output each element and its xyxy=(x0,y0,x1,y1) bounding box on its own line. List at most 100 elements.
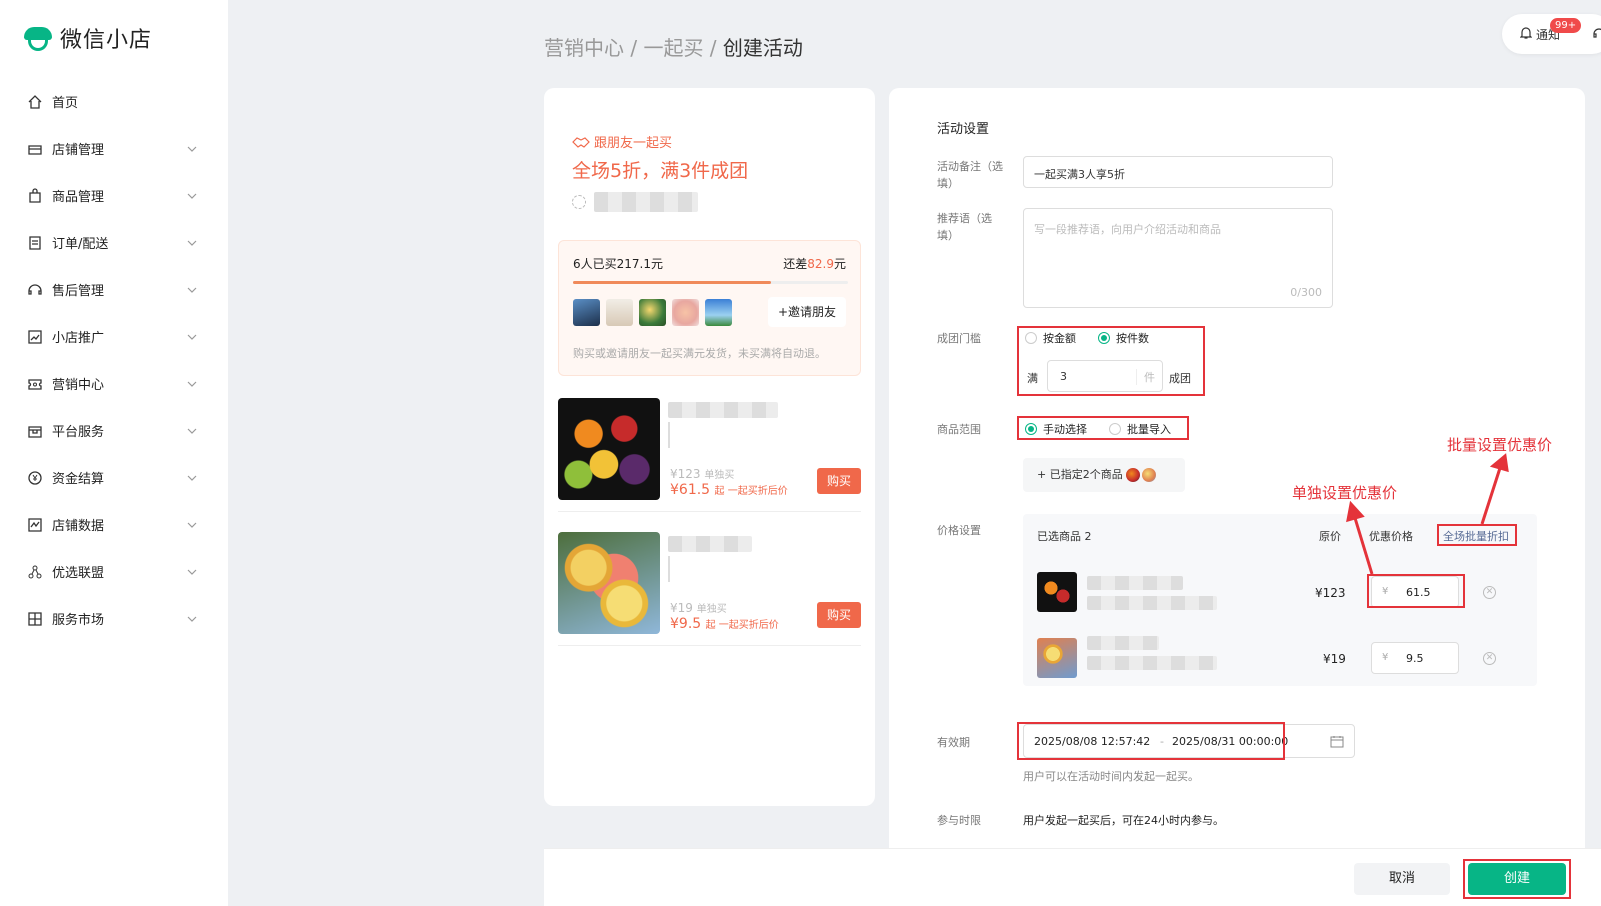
buyer-avatar xyxy=(672,299,699,326)
slogan-placeholder: 写一段推荐语，向用户介绍活动和商品 xyxy=(1034,223,1221,236)
sidebar-item[interactable]: 订单/配送 xyxy=(0,219,228,266)
remaining-amount: 还差82.9元 xyxy=(783,255,846,272)
selected-goods-button[interactable]: + 已指定2个商品 xyxy=(1023,458,1185,492)
sidebar-item-label: 售后管理 xyxy=(52,284,105,299)
chevron-down-icon[interactable] xyxy=(186,143,198,155)
preview-title: 全场5折，满3件成团 xyxy=(572,160,749,182)
sidebar-item-label: 优选联盟 xyxy=(52,566,105,581)
slogan-textarea[interactable]: 写一段推荐语，向用户介绍活动和商品 0/300 xyxy=(1023,208,1333,308)
chevron-down-icon[interactable] xyxy=(186,613,198,625)
store-icon xyxy=(26,140,44,158)
preview-tag-text: 跟朋友一起买 xyxy=(594,136,673,151)
scope-label: 商品范围 xyxy=(937,423,981,436)
disc-price-suffix: 起 一起买折后价 xyxy=(714,486,788,497)
logo[interactable]: 微信小店 xyxy=(24,22,152,54)
row-discount-price-input[interactable]: ¥9.5 xyxy=(1371,642,1459,674)
disc-price-value: ¥61.5 xyxy=(670,482,711,498)
sidebar-item[interactable]: 资金结算 xyxy=(0,454,228,501)
annotation-box-create xyxy=(1463,859,1571,899)
remaining-suffix: 元 xyxy=(833,257,846,271)
cancel-button[interactable]: 取消 xyxy=(1354,863,1450,895)
sidebar-item-label: 服务市场 xyxy=(52,613,105,628)
selected-goods-count: 已选商品 2 xyxy=(1037,530,1092,543)
buyer-avatar xyxy=(606,299,633,326)
chevron-down-icon[interactable] xyxy=(186,378,198,390)
sidebar-item[interactable]: 商品管理 xyxy=(0,172,228,219)
service-box-icon xyxy=(26,422,44,440)
shopping-bag-icon xyxy=(26,187,44,205)
annotation-box-single-price xyxy=(1367,574,1465,608)
annotation-box-scope xyxy=(1017,416,1189,440)
headset-icon[interactable] xyxy=(1592,26,1601,40)
selected-goods-label: + 已指定2个商品 xyxy=(1037,468,1123,481)
product-discount-price: ¥9.5 起 一起买折后价 xyxy=(670,616,779,632)
yuan-coin-icon xyxy=(26,469,44,487)
row-product-name-blurred xyxy=(1087,636,1159,650)
sidebar-item[interactable]: 优选联盟 xyxy=(0,548,228,595)
chevron-down-icon[interactable] xyxy=(186,237,198,249)
orig-price-value: ¥123 xyxy=(670,467,701,481)
annotation-bulk-price: 批量设置优惠价 xyxy=(1447,436,1553,454)
disc-price-suffix: 起 一起买折后价 xyxy=(705,620,779,631)
chevron-down-icon[interactable] xyxy=(186,566,198,578)
chevron-down-icon[interactable] xyxy=(186,472,198,484)
market-icon xyxy=(26,610,44,628)
buy-button[interactable]: 购买 xyxy=(817,468,861,494)
chevron-down-icon[interactable] xyxy=(186,190,198,202)
trend-chart-icon xyxy=(26,328,44,346)
chevron-down-icon[interactable] xyxy=(186,284,198,296)
top-right-toolbar: 通知 99+ xyxy=(1502,14,1601,54)
progress-fill xyxy=(573,281,771,284)
validity-hint: 用户可以在活动时间内发起一起买。 xyxy=(1023,770,1199,783)
sidebar-item[interactable]: 店铺数据 xyxy=(0,501,228,548)
breadcrumb-item-marketing[interactable]: 营销中心 xyxy=(544,36,624,60)
remove-row-icon[interactable]: ✕ xyxy=(1483,586,1496,599)
sidebar-item-label: 订单/配送 xyxy=(52,237,109,252)
sidebar-item[interactable]: 首页 xyxy=(0,78,228,125)
sidebar-item[interactable]: 服务市场 xyxy=(0,595,228,642)
progress-bar xyxy=(573,281,848,284)
sidebar-nav: 首页店铺管理商品管理订单/配送售后管理小店推广 营销中心平台服务资金结算 店铺数据优… xyxy=(0,78,228,642)
sidebar-item[interactable]: 营销中心 xyxy=(0,360,228,407)
row-product-name-blurred xyxy=(1087,576,1183,590)
buyer-avatar xyxy=(705,299,732,326)
sidebar-item[interactable]: 平台服务 xyxy=(0,407,228,454)
chevron-down-icon[interactable] xyxy=(186,519,198,531)
chevron-down-icon[interactable] xyxy=(186,331,198,343)
app-name: 微信小店 xyxy=(60,28,153,53)
sidebar-item[interactable]: 售后管理 xyxy=(0,266,228,313)
goods-thumb xyxy=(1142,468,1157,482)
calendar-icon[interactable] xyxy=(1330,735,1344,748)
section-title: 活动设置 xyxy=(937,122,990,137)
sidebar-item-label: 平台服务 xyxy=(52,425,105,440)
original-price-header: 原价 xyxy=(1319,530,1341,543)
bell-icon[interactable] xyxy=(1520,26,1532,40)
remark-input[interactable]: 一起买满3人享5折 xyxy=(1023,156,1333,188)
row-product-spec-blurred xyxy=(1087,596,1217,610)
remove-row-icon[interactable]: ✕ xyxy=(1483,652,1496,665)
product-name-cursor xyxy=(668,422,670,448)
slogan-char-count: 0/300 xyxy=(1290,286,1322,299)
wechat-store-logo-icon xyxy=(24,25,52,51)
sidebar-item-label: 商品管理 xyxy=(52,190,105,205)
preview-product[interactable]: ¥123 单独买 ¥61.5 起 一起买折后价 购买 xyxy=(558,388,861,512)
chevron-down-icon[interactable] xyxy=(186,425,198,437)
preview-product[interactable]: ¥19 单独买 ¥9.5 起 一起买折后价 购买 xyxy=(558,522,861,646)
discount-value: 9.5 xyxy=(1406,652,1424,665)
sidebar: 微信小店 首页店铺管理商品管理订单/配送售后管理小店推广 营销中心平台服务资金结算… xyxy=(0,0,228,906)
sidebar-item[interactable]: 小店推广 xyxy=(0,313,228,360)
product-discount-price: ¥61.5 起 一起买折后价 xyxy=(670,482,788,498)
threshold-label: 成团门槛 xyxy=(937,332,981,345)
invite-friends-button[interactable]: +邀请朋友 xyxy=(767,297,846,327)
sidebar-item-label: 首页 xyxy=(52,96,79,111)
buy-button[interactable]: 购买 xyxy=(817,602,861,628)
participate-text: 用户发起一起买后，可在24小时内参与。 xyxy=(1023,814,1224,827)
disc-price-value: ¥9.5 xyxy=(670,616,702,632)
sidebar-item[interactable]: 店铺管理 xyxy=(0,125,228,172)
breadcrumb-separator: / xyxy=(624,36,644,60)
product-name-blurred xyxy=(668,402,778,418)
breadcrumb-item-group-buy[interactable]: 一起买 xyxy=(643,36,703,60)
notification-badge: 99+ xyxy=(1550,18,1582,33)
network-icon xyxy=(26,563,44,581)
product-name-cursor xyxy=(668,556,670,582)
